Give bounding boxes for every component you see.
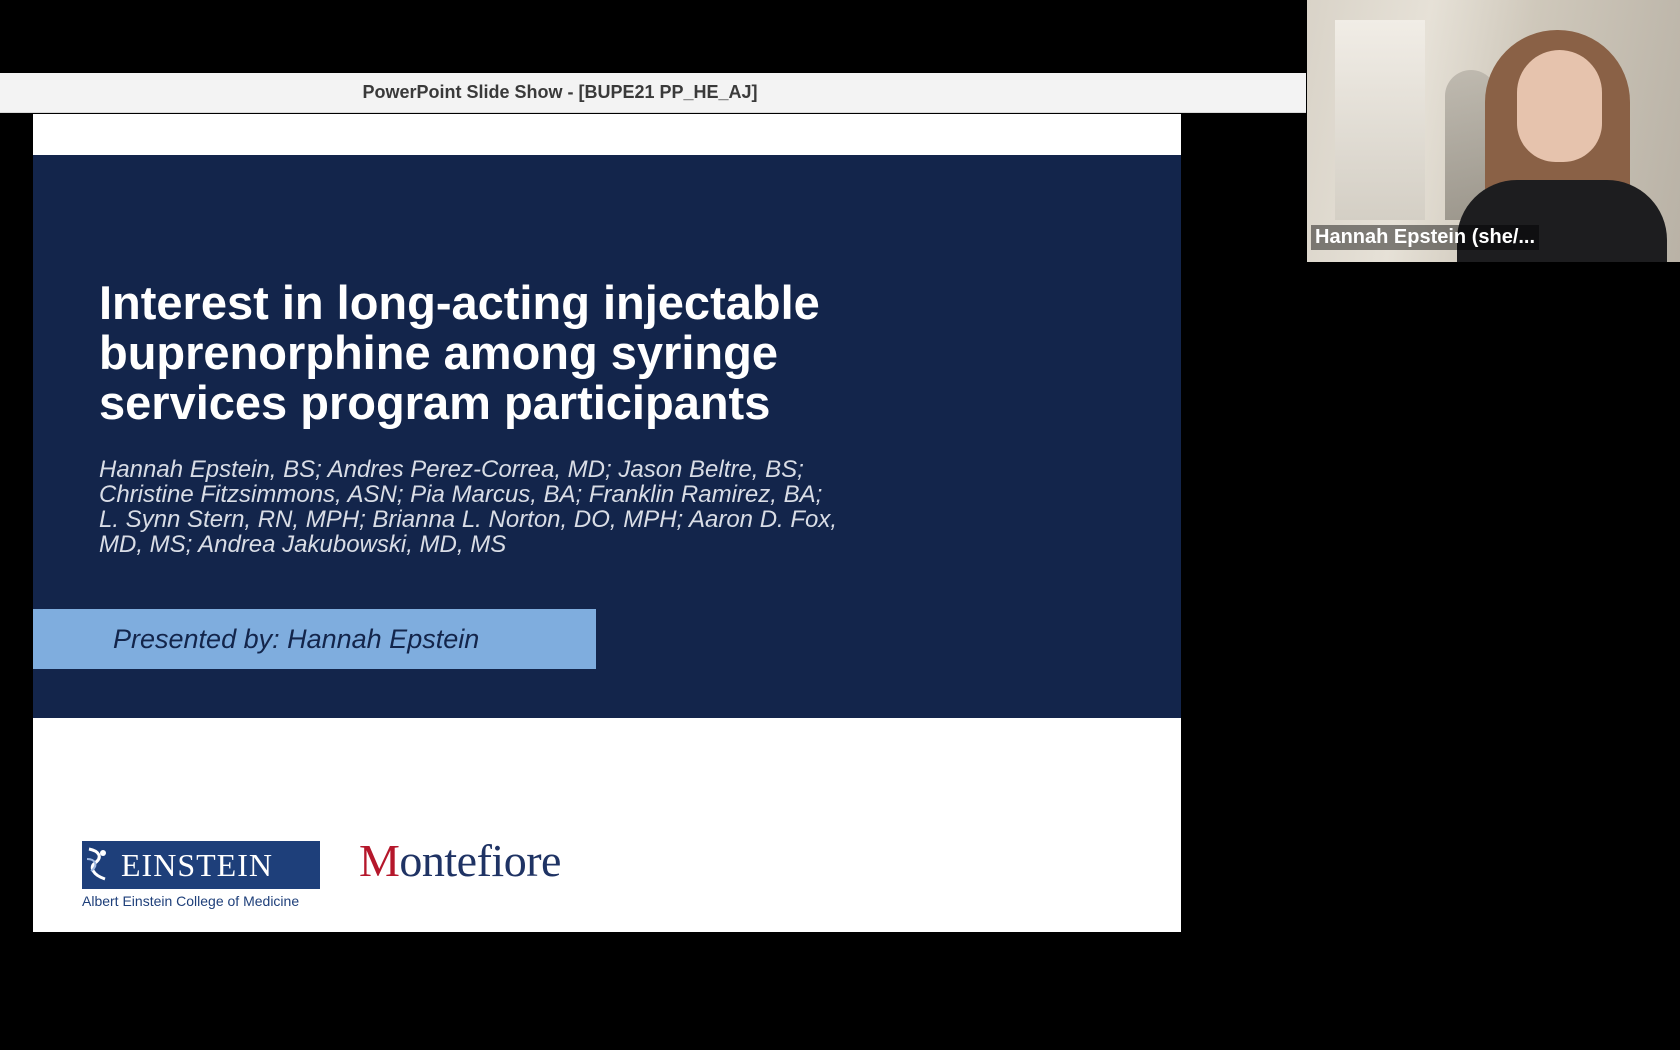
slide-title-band: Interest in long-acting injectable bupre…	[33, 155, 1181, 718]
slide-title-line: buprenorphine among syringe	[99, 326, 778, 379]
slide-title-line: Interest in long-acting injectable	[99, 276, 820, 329]
participant-face	[1517, 50, 1602, 162]
window-titlebar[interactable]: PowerPoint Slide Show - [BUPE21 PP_HE_AJ…	[0, 73, 1306, 113]
slide-authors: Hannah Epstein, BS; Andres Perez-Correa,…	[99, 457, 929, 557]
presenter-banner: Presented by: Hannah Epstein	[33, 609, 596, 669]
author-line: L. Synn Stern, RN, MPH; Brianna L. Norto…	[99, 506, 838, 533]
video-background-window	[1335, 20, 1425, 220]
einstein-logo: EINSTEIN Albert Einstein College of Medi…	[82, 841, 320, 909]
slide-title-line: services program participants	[99, 376, 771, 429]
einstein-subtitle: Albert Einstein College of Medicine	[82, 893, 300, 909]
montefiore-logo: Montefiore	[359, 834, 561, 887]
window-title: PowerPoint Slide Show - [BUPE21 PP_HE_AJ…	[362, 82, 758, 102]
montefiore-wordmark: ontefiore	[399, 835, 561, 886]
author-line: Hannah Epstein, BS; Andres Perez-Correa,…	[99, 456, 804, 483]
presenter-label: Presented by: Hannah Epstein	[113, 623, 480, 654]
participant-video-tile[interactable]: Hannah Epstein (she/...	[1307, 0, 1680, 262]
einstein-badge: EINSTEIN	[82, 841, 320, 889]
montefiore-initial: M	[359, 835, 400, 886]
einstein-wordmark: EINSTEIN	[121, 846, 273, 883]
slide-title: Interest in long-acting injectable bupre…	[99, 278, 999, 428]
presentation-slide: Interest in long-acting injectable bupre…	[33, 114, 1181, 932]
shared-screen-window: PowerPoint Slide Show - [BUPE21 PP_HE_AJ…	[0, 73, 1306, 973]
participant-name-label: Hannah Epstein (she/...	[1311, 225, 1540, 250]
einstein-emblem-icon	[83, 842, 113, 888]
author-line: Christine Fitzsimmons, ASN; Pia Marcus, …	[99, 481, 823, 508]
author-line: MD, MS; Andrea Jakubowski, MD, MS	[99, 531, 507, 558]
